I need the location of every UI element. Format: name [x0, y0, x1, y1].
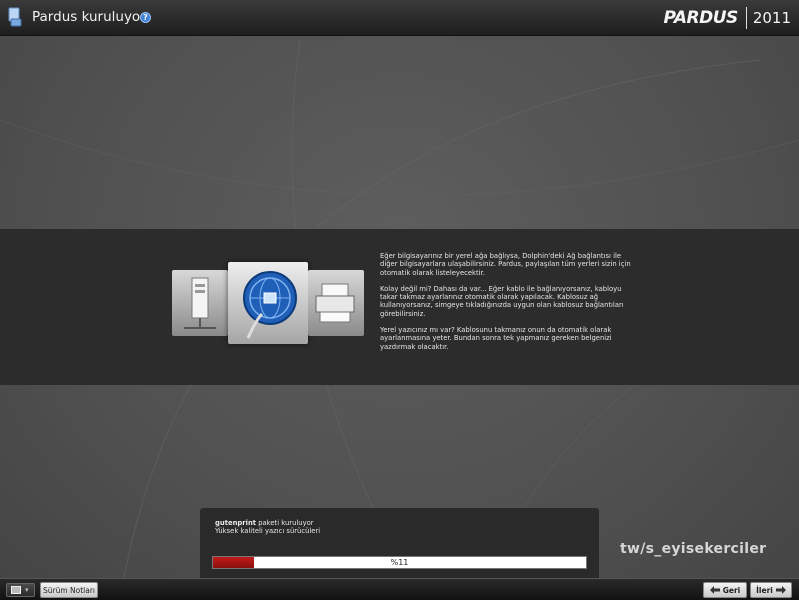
watermark-text: tw/s_eyisekerciler	[620, 541, 767, 557]
next-label: İleri	[756, 585, 773, 595]
install-progress-bar: %11	[212, 556, 587, 569]
slide-illustration	[172, 262, 364, 344]
server-icon	[172, 270, 228, 336]
logo-year: 2011	[752, 9, 791, 27]
installer-icon	[7, 7, 23, 27]
pardus-logo: PARDUS 2011	[663, 6, 791, 30]
package-action: paketi kuruluyor	[256, 519, 314, 527]
window-title: Pardus kuruluyor	[32, 9, 146, 25]
slide-paragraph: Yerel yazıcınız mı var? Kablosunu takman…	[380, 326, 612, 351]
back-label: Geri	[722, 585, 741, 595]
release-notes-button[interactable]: Sürüm Notları	[40, 582, 98, 598]
slide-text: Eğer bilgisayarınız bir yerel ağa bağlıy…	[380, 252, 632, 359]
progress-label: %11	[390, 558, 409, 567]
arrow-left-icon	[709, 586, 720, 594]
package-name: gutenprint	[215, 519, 257, 527]
network-globe-icon	[228, 262, 308, 344]
printer-icon	[308, 270, 364, 336]
package-status: gutenprint paketi kuruluyor	[215, 519, 314, 527]
logo-divider	[745, 7, 747, 29]
keyboard-layout-button[interactable]: ▾	[6, 583, 35, 597]
chevron-down-icon: ▾	[25, 586, 29, 594]
back-button[interactable]: Geri	[703, 582, 747, 598]
next-button[interactable]: İleri	[750, 582, 792, 598]
release-notes-label: Sürüm Notları	[42, 585, 96, 595]
arrow-right-icon	[775, 586, 786, 594]
slide-paragraph: Eğer bilgisayarınız bir yerel ağa bağlıy…	[380, 252, 631, 277]
keyboard-icon	[11, 586, 21, 594]
bottom-bar: ▾ Sürüm Notları Geri İleri	[0, 578, 799, 600]
progress-panel: gutenprint paketi kuruluyor Yüksek kalit…	[200, 508, 599, 578]
title-bar: Pardus kuruluyor ? PARDUS 2011	[0, 0, 799, 36]
slide-paragraph: Kolay değil mi? Dahası da var... Eğer ka…	[380, 284, 624, 318]
help-icon[interactable]: ?	[140, 12, 151, 23]
package-description: Yüksek kaliteli yazıcı sürücüleri	[215, 527, 321, 535]
logo-word: PARDUS	[663, 8, 739, 28]
